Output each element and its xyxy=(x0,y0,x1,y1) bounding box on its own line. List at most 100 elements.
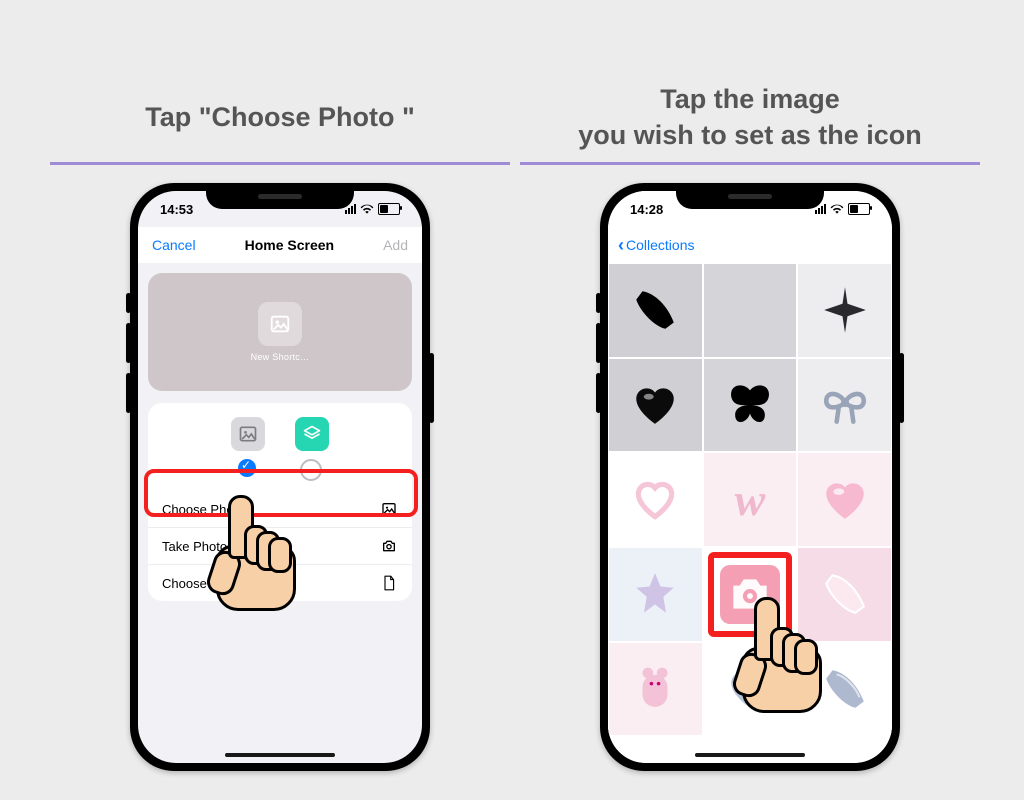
grid-item-w-script[interactable]: w xyxy=(703,452,798,547)
screen-left: 14:53 Cancel Home Screen Add xyxy=(138,191,422,763)
tutorial-canvas: Tap "Choose Photo " 14:53 xyxy=(0,0,1024,800)
status-time: 14:28 xyxy=(630,202,663,217)
status-right xyxy=(815,203,870,215)
grid-item-heart-outline[interactable] xyxy=(608,452,703,547)
grid-item-glossy-heart[interactable] xyxy=(608,358,703,453)
icon-type-radio-row xyxy=(148,457,412,491)
battery-icon xyxy=(848,203,870,215)
add-button[interactable]: Add xyxy=(383,237,408,253)
phone-icon xyxy=(820,664,870,714)
back-button[interactable]: Collections xyxy=(626,237,694,253)
volume-down xyxy=(596,373,601,413)
caption-right: Tap the image you wish to set as the ico… xyxy=(520,78,980,156)
icon-type-image[interactable] xyxy=(231,417,265,451)
radio-glyph[interactable] xyxy=(300,459,322,481)
preview-label: New Shortc… xyxy=(251,352,310,362)
butterfly-icon xyxy=(725,380,775,430)
grid-item-phone-outline[interactable] xyxy=(797,547,892,642)
phone-right-wrap: 14:28 ‹ Collections xyxy=(600,183,900,771)
w-letter-icon: w xyxy=(735,473,766,526)
icon-chooser: Choose Photo Take Photo xyxy=(148,403,412,601)
sparkle-icon xyxy=(820,285,870,335)
cancel-button[interactable]: Cancel xyxy=(152,237,196,253)
photo-grid: w xyxy=(608,263,892,736)
document-icon xyxy=(380,574,398,592)
choose-photo-option[interactable]: Choose Photo xyxy=(148,491,412,527)
navbar: ‹ Collections xyxy=(608,227,892,263)
back-chevron-icon[interactable]: ‹ xyxy=(618,236,624,254)
heart-outline-icon xyxy=(630,475,680,525)
choose-file-label: Choose File xyxy=(162,576,231,591)
screen-body: New Shortc… xyxy=(138,263,422,601)
mute-switch xyxy=(126,293,131,313)
bow-icon xyxy=(820,380,870,430)
heart-icon xyxy=(630,380,680,430)
power-button xyxy=(429,353,434,423)
status-bar: 14:53 xyxy=(138,191,422,227)
divider-left xyxy=(50,162,510,165)
star-icon xyxy=(630,569,680,619)
cellular-icon xyxy=(815,204,826,214)
grid-item-sparkle-star[interactable] xyxy=(797,263,892,358)
icon-type-glyph[interactable] xyxy=(295,417,329,451)
mute-switch xyxy=(596,293,601,313)
phone-left-wrap: 14:53 Cancel Home Screen Add xyxy=(130,183,430,771)
layers-icon xyxy=(302,424,322,444)
grid-item-gummy-bear[interactable] xyxy=(608,642,703,737)
caption-left: Tap "Choose Photo " xyxy=(50,78,510,156)
camera-tile xyxy=(720,565,779,624)
phone-icon xyxy=(630,285,680,335)
step-right: Tap the image you wish to set as the ico… xyxy=(520,78,980,771)
caption-left-text: Tap "Choose Photo " xyxy=(50,99,510,135)
choose-photo-label: Choose Photo xyxy=(162,502,244,517)
volume-up xyxy=(596,323,601,363)
take-photo-option[interactable]: Take Photo xyxy=(148,528,412,564)
image-icon xyxy=(269,313,291,335)
moon-icon xyxy=(725,285,775,335)
battery-icon xyxy=(378,203,400,215)
camera-icon xyxy=(725,569,775,619)
grid-item-chrome-phone[interactable] xyxy=(797,642,892,737)
navbar: Cancel Home Screen Add xyxy=(138,227,422,263)
cellular-icon xyxy=(345,204,356,214)
image-icon xyxy=(238,424,258,444)
take-photo-label: Take Photo xyxy=(162,539,227,554)
navbar-title: Home Screen xyxy=(245,237,334,253)
home-preview: New Shortc… xyxy=(148,273,412,391)
power-button xyxy=(899,353,904,423)
step-left: Tap "Choose Photo " 14:53 xyxy=(50,78,510,771)
wifi-icon xyxy=(830,204,844,214)
grid-item-ribbon-bow[interactable] xyxy=(797,358,892,453)
photo-icon xyxy=(380,500,398,518)
phone-frame-left: 14:53 Cancel Home Screen Add xyxy=(130,183,430,771)
phone-icon xyxy=(820,569,870,619)
heart-icon xyxy=(820,475,870,525)
grid-item-chrome-heart[interactable] xyxy=(703,642,798,737)
grid-item-camera-tile[interactable] xyxy=(703,547,798,642)
caption-right-line1: Tap the image xyxy=(520,81,980,117)
grid-item-pink-heart-3d[interactable] xyxy=(797,452,892,547)
wifi-icon xyxy=(360,204,374,214)
screen-right: 14:28 ‹ Collections xyxy=(608,191,892,763)
icon-type-row xyxy=(148,413,412,457)
divider-right xyxy=(520,162,980,165)
caption-right-line2: you wish to set as the icon xyxy=(520,117,980,153)
phone-frame-right: 14:28 ‹ Collections xyxy=(600,183,900,771)
camera-icon xyxy=(380,537,398,555)
preview-icon-tile xyxy=(258,302,302,346)
radio-image-selected[interactable] xyxy=(238,459,256,477)
heart-icon xyxy=(725,664,775,714)
home-indicator xyxy=(225,753,335,757)
status-bar: 14:28 xyxy=(608,191,892,227)
home-indicator xyxy=(695,753,805,757)
grid-item-butterfly[interactable] xyxy=(703,358,798,453)
bear-icon xyxy=(630,664,680,714)
grid-item-crescent-moon[interactable] xyxy=(703,263,798,358)
status-right xyxy=(345,203,400,215)
choose-file-option[interactable]: Choose File xyxy=(148,565,412,601)
volume-down xyxy=(126,373,131,413)
grid-item-phone-handset[interactable] xyxy=(608,263,703,358)
grid-item-star-sticker[interactable] xyxy=(608,547,703,642)
status-time: 14:53 xyxy=(160,202,193,217)
volume-up xyxy=(126,323,131,363)
